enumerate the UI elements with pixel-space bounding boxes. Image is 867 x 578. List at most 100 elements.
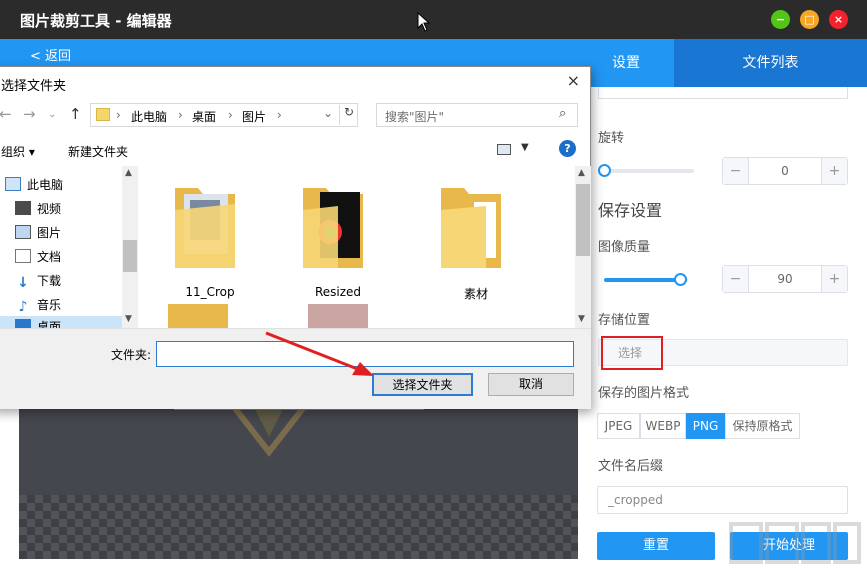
maximize-button[interactable]: □ [800,10,819,29]
nav-item-label: 下载 [37,274,62,288]
app-title: 图片裁剪工具 - 编辑器 [20,12,172,30]
nav-item-pictures[interactable]: 图片 [15,222,61,244]
close-button[interactable]: × [829,10,848,29]
folder-icon [175,188,235,268]
breadcrumb-separator-icon: › [178,108,183,122]
search-input[interactable]: 搜索"图片" ⌕ [376,103,578,127]
select-folder-button[interactable]: 选择文件夹 [372,373,473,396]
new-folder-button[interactable]: 新建文件夹 [68,143,128,160]
file-scrollbar[interactable]: ▲ ▼ [575,166,591,328]
save-settings-heading: 保存设置 [598,201,663,220]
nav-item-this-pc[interactable]: 此电脑 [5,174,63,196]
nav-item-label: 此电脑 [27,178,64,192]
quality-slider-knob[interactable] [673,273,687,286]
dialog-close-button[interactable]: × [567,71,580,90]
video-icon [15,201,31,215]
scroll-thumb[interactable] [123,240,137,272]
scroll-down-icon[interactable]: ▼ [125,314,132,324]
picture-icon [15,225,31,239]
view-options-icon[interactable] [497,144,511,155]
rotate-decrement-button[interactable]: − [723,158,749,184]
breadcrumb-desktop[interactable]: 桌面 [192,108,216,125]
breadcrumb-this-pc[interactable]: 此电脑 [131,108,167,125]
breadcrumb-separator-icon: › [228,108,233,122]
scroll-down-icon[interactable]: ▼ [578,314,585,324]
scroll-up-icon[interactable]: ▲ [125,168,132,178]
panel-tabs: 设置 文件列表 [578,39,867,87]
reset-button[interactable]: 重置 [597,532,715,560]
folder-item-material[interactable]: 素材 [436,180,516,301]
organize-menu[interactable]: 组织 ▾ [1,143,35,160]
address-bar[interactable]: › 此电脑 › 桌面 › 图片 › ⌄ ↻ [90,103,358,127]
dialog-footer: 文件夹: 选择文件夹 取消 [0,328,591,409]
quality-value[interactable]: 90 [749,266,821,292]
folder-input[interactable] [156,341,574,367]
folder-item-11-crop[interactable]: 11_Crop [170,180,250,300]
rotate-slider[interactable] [598,164,694,177]
tab-settings[interactable]: 设置 [578,39,674,87]
tab-file-list[interactable]: 文件列表 [674,39,867,87]
highlight-box [601,336,663,370]
editor-header [0,39,578,69]
format-jpeg-button[interactable]: JPEG [597,413,640,439]
folder-item-partial[interactable] [168,304,228,328]
rotate-value[interactable]: 0 [749,158,821,184]
nav-item-label: 桌面 [37,320,62,328]
back-link[interactable]: < 返回 [30,45,71,64]
nav-scrollbar[interactable]: ▲ ▼ [122,166,138,328]
nav-item-documents[interactable]: 文档 [15,246,61,268]
folder-name: 11_Crop [185,285,235,299]
suffix-input[interactable]: _cropped [597,486,848,514]
app-window: 图片裁剪工具 - 编辑器 − □ × < 返回 设置 文件列表 旋转 − 0 +… [0,0,867,578]
folder-name: Resized [314,285,362,299]
format-png-button[interactable]: PNG [686,413,725,439]
breadcrumb-separator-icon: › [277,108,282,122]
minimize-button[interactable]: − [771,10,790,29]
nav-item-music[interactable]: ♪ 音乐 [15,294,61,316]
folder-icon [441,188,501,268]
nav-item-desktop[interactable]: 桌面 [0,316,122,328]
desktop-icon [15,319,31,328]
nav-item-videos[interactable]: 视频 [15,198,61,220]
title-bar: 图片裁剪工具 - 编辑器 − □ × [0,0,867,39]
download-icon: ↓ [17,275,29,291]
quality-decrement-button[interactable]: − [723,266,749,292]
search-placeholder: 搜索"图片" [385,110,445,124]
folder-field-label: 文件夹: [111,348,152,362]
watermark-logo-icon [729,522,861,564]
address-dropdown-icon[interactable]: ⌄ [323,106,333,120]
cancel-button[interactable]: 取消 [488,373,574,396]
scroll-up-icon[interactable]: ▲ [578,168,585,178]
rotate-label: 旋转 [598,131,625,146]
music-icon: ♪ [18,299,28,315]
breadcrumb-pictures[interactable]: 图片 [242,108,266,125]
format-webp-button[interactable]: WEBP [640,413,686,439]
folder-item-resized[interactable]: Resized [298,180,378,300]
nav-back-icon[interactable]: ← [0,105,12,123]
nav-item-label: 视频 [37,202,62,216]
nav-item-downloads[interactable]: ↓ 下载 [15,270,61,292]
quality-slider[interactable] [604,273,688,286]
rotate-increment-button[interactable]: + [821,158,847,184]
format-original-button[interactable]: 保持原格式 [725,413,800,439]
navigation-pane: 此电脑 视频 图片 文档 ↓ 下载 ♪ 音乐 桌面 [0,166,137,328]
view-dropdown-icon[interactable]: ▼ [521,142,529,153]
dialog-title: 选择文件夹 [1,79,67,94]
select-folder-dialog: 选择文件夹 × ← → ⌄ ↑ › 此电脑 › 桌面 › 图片 › ⌄ ↻ 搜索… [0,66,591,409]
refresh-icon[interactable]: ↻ [339,105,358,125]
quality-increment-button[interactable]: + [821,266,847,292]
rotate-slider-knob[interactable] [598,164,611,177]
rotate-stepper: − 0 + [722,157,848,185]
help-icon[interactable]: ? [559,140,576,157]
cropped-input-row [598,87,848,99]
search-icon[interactable]: ⌕ [559,106,566,121]
mouse-cursor-icon [417,12,431,32]
scroll-thumb[interactable] [576,184,590,256]
nav-forward-icon[interactable]: → [23,105,36,123]
nav-history-chevron-icon[interactable]: ⌄ [48,109,56,120]
nav-up-icon[interactable]: ↑ [69,105,82,123]
folder-item-partial[interactable] [308,304,368,328]
image-preview[interactable] [19,407,578,559]
document-icon [15,249,31,263]
nav-item-label: 音乐 [37,298,62,312]
